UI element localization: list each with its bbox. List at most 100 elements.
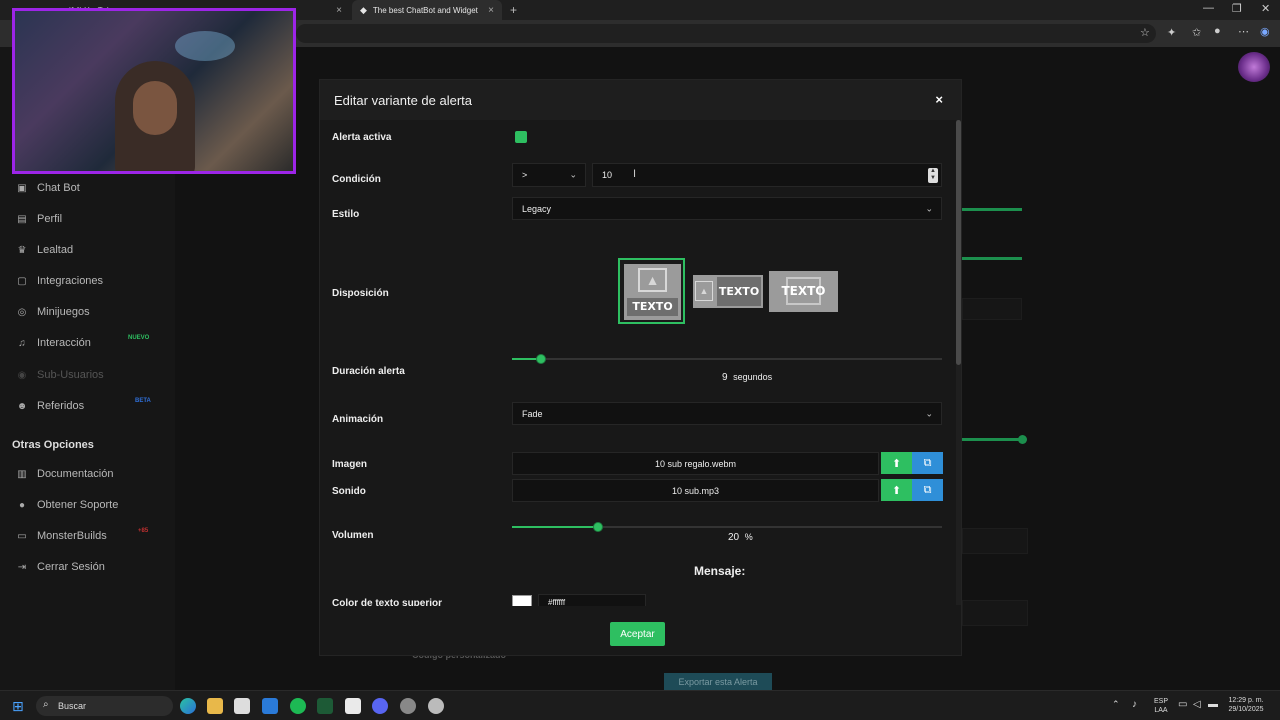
duracion-slider-knob[interactable] <box>536 354 546 364</box>
sidebar-item-label: Integraciones <box>37 275 104 287</box>
alerta-activa-checkbox[interactable] <box>515 131 527 143</box>
monitor-icon: ▭ <box>17 530 27 542</box>
sidebar-item-sub-usuarios[interactable]: ◉ Sub-Usuarios <box>16 369 104 381</box>
tab-chatbot[interactable]: ◆ The best ChatBot and Widgets fo × <box>352 0 502 20</box>
network-icon[interactable]: ▭ <box>1178 699 1187 710</box>
condicion-operator-select[interactable]: > ⌄ <box>512 163 586 187</box>
sidebar-item-label: Perfil <box>37 213 63 225</box>
number-stepper[interactable]: ▲ ▼ <box>928 168 938 183</box>
minimize-icon[interactable]: — <box>1203 2 1214 14</box>
layout-option-side[interactable]: ▲ TEXTO <box>693 275 763 308</box>
sidebar-item-chatbot[interactable]: ▣ Chat Bot <box>16 182 80 194</box>
bg-export-button: Exportar esta Alerta <box>664 673 772 690</box>
sidebar-item-documentacion[interactable]: ▥ Documentación <box>16 468 113 480</box>
store-icon[interactable] <box>234 698 250 714</box>
music-note-icon: ♫ <box>18 337 26 349</box>
excel-icon[interactable] <box>317 698 333 714</box>
modal-close-button[interactable]: × <box>935 92 943 107</box>
sonido-upload-button[interactable]: ⬆ <box>881 479 912 501</box>
sidebar-item-lealtad[interactable]: ♛ Lealtad <box>16 244 74 256</box>
obs-icon[interactable] <box>400 698 416 714</box>
duracion-slider-track[interactable] <box>512 358 942 360</box>
lang-primary: ESP <box>1153 698 1168 705</box>
more-menu-icon[interactable]: ⋯ <box>1238 25 1249 38</box>
modal-header: Editar variante de alerta × <box>320 80 961 120</box>
condicion-label: Condición <box>332 174 381 185</box>
duracion-value: 9 <box>722 372 728 383</box>
sidebar-item-soporte[interactable]: ● Obtener Soporte <box>16 499 118 511</box>
condicion-value-input[interactable]: 10 I ▲ ▼ <box>592 163 942 187</box>
estilo-select[interactable]: Legacy ⌄ <box>512 197 942 220</box>
media-player-icon[interactable] <box>428 698 444 714</box>
duracion-label: Duración alerta <box>332 366 405 377</box>
imagen-gallery-button[interactable]: ⧉ <box>912 452 943 474</box>
copilot-icon[interactable]: ◉ <box>1260 25 1270 38</box>
spotify-icon[interactable] <box>290 698 306 714</box>
webcam-face <box>133 81 177 135</box>
nuevo-badge: NUEVO <box>128 335 150 341</box>
battery-icon[interactable]: ▬ <box>1208 699 1218 710</box>
file-explorer-icon[interactable] <box>207 698 223 714</box>
edge-icon[interactable] <box>180 698 196 714</box>
layout-option-stacked[interactable]: ▲ TEXTO <box>618 258 685 324</box>
sidebar-item-interaccion[interactable]: ♫ Interacción <box>16 337 91 349</box>
sidebar-item-perfil[interactable]: ▤ Perfil <box>16 213 62 225</box>
sidebar-item-monsterbuilds[interactable]: ▭ MonsterBuilds <box>16 530 106 542</box>
book-icon: ▥ <box>17 468 27 480</box>
sidebar-item-label: Obtener Soporte <box>37 499 119 511</box>
close-tab-icon[interactable]: × <box>336 5 342 16</box>
gallery-icon: ⧉ <box>923 483 932 496</box>
image-placeholder-icon: ▲ <box>638 268 667 292</box>
sidebar-item-cerrar-sesion[interactable]: ⇥ Cerrar Sesión <box>16 561 105 573</box>
taskbar-search[interactable]: ⌕ Buscar <box>36 696 173 716</box>
imagen-file-field[interactable]: 10 sub regalo.webm <box>512 452 879 475</box>
user-avatar[interactable] <box>1238 52 1270 82</box>
clock[interactable]: 12:29 p. m. 29/10/2025 <box>1222 696 1270 714</box>
animacion-select[interactable]: Fade ⌄ <box>512 402 942 425</box>
volumen-value: 20 <box>728 532 740 543</box>
sidebar-item-referidos[interactable]: ☻ Referidos <box>16 400 84 412</box>
search-icon: ⌕ <box>43 699 49 710</box>
volumen-slider-fill <box>512 526 598 528</box>
windows-start-icon[interactable]: ⊞ <box>12 699 26 713</box>
capcut-icon[interactable] <box>345 698 361 714</box>
color-hex-input[interactable]: #ffffff <box>538 594 646 606</box>
maximize-icon[interactable]: ❐ <box>1232 2 1242 15</box>
star-icon[interactable]: ☆ <box>1140 26 1150 39</box>
sonido-gallery-button[interactable]: ⧉ <box>912 479 943 501</box>
estilo-value: Legacy <box>522 203 552 214</box>
window-close-icon[interactable]: ✕ <box>1261 2 1270 15</box>
gamepad-icon: ◎ <box>17 306 27 318</box>
upload-icon: ⬆ <box>891 484 902 497</box>
sonido-file-field[interactable]: 10 sub.mp3 <box>512 479 879 502</box>
outlook-icon[interactable] <box>262 698 278 714</box>
animacion-label: Animación <box>332 414 384 425</box>
extensions-icon[interactable]: ✦ <box>1167 26 1176 39</box>
user-group-icon: ☻ <box>16 400 28 412</box>
discord-icon[interactable] <box>372 698 388 714</box>
imagen-upload-button[interactable]: ⬆ <box>881 452 912 474</box>
scrollbar-thumb[interactable] <box>956 120 961 365</box>
favorites-icon[interactable]: ✩ <box>1192 26 1201 39</box>
language-indicator[interactable]: ESP LAA <box>1150 697 1172 715</box>
color-swatch[interactable] <box>512 595 532 606</box>
robot-icon: ▣ <box>17 182 27 194</box>
chevron-down-icon: ⌄ <box>925 203 933 213</box>
new-tab-button[interactable]: + <box>502 0 525 20</box>
edit-alert-modal: Editar variante de alerta × Alerta activ… <box>319 79 962 656</box>
modal-scrollbar[interactable] <box>956 120 961 605</box>
sidebar-item-minijuegos[interactable]: ◎ Minijuegos <box>16 306 90 318</box>
image-placeholder-icon: ▲ <box>695 281 713 301</box>
profile-avatar-icon[interactable]: ● <box>1214 25 1221 37</box>
microphone-icon[interactable]: ♪ <box>1132 699 1137 710</box>
aceptar-button[interactable]: Aceptar <box>610 622 665 646</box>
url-input[interactable] <box>296 24 1156 43</box>
bg-select <box>962 298 1022 320</box>
volumen-slider-knob[interactable] <box>593 522 603 532</box>
close-tab-icon[interactable]: × <box>488 5 494 16</box>
volume-icon[interactable]: ◁ <box>1193 699 1201 710</box>
sidebar-item-label: Sub-Usuarios <box>37 369 104 381</box>
tray-chevron-icon[interactable]: ⌃ <box>1112 699 1120 710</box>
layout-option-overlay[interactable]: TEXTO <box>769 271 838 312</box>
sidebar-item-integraciones[interactable]: ▢ Integraciones <box>16 275 103 287</box>
